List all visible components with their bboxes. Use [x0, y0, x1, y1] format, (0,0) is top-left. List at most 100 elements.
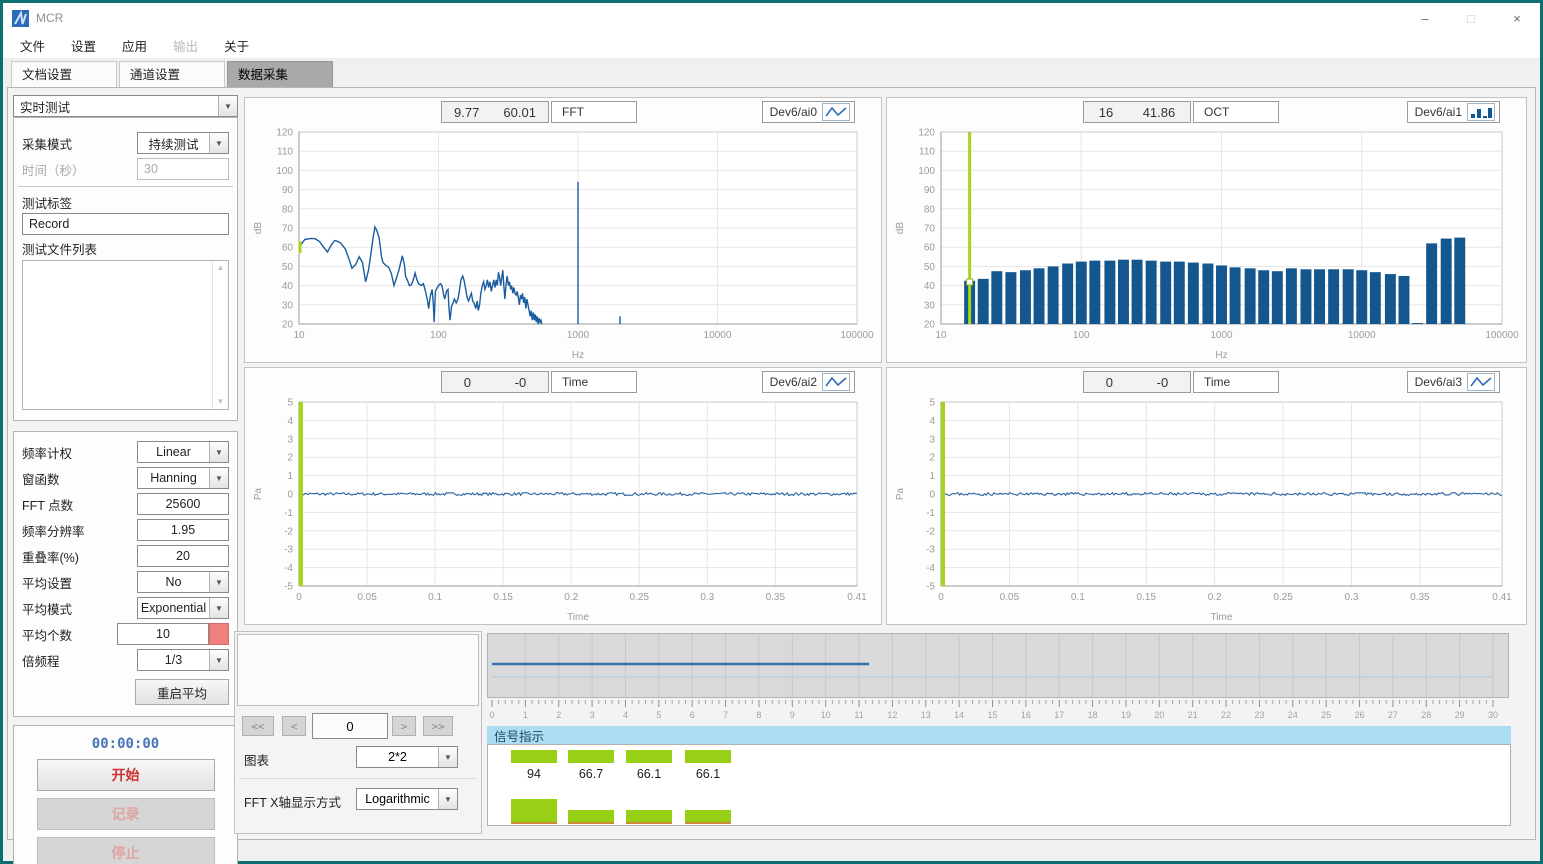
chart-type-input[interactable]: Time: [1193, 371, 1279, 393]
test-file-list[interactable]: ▲ ▼: [22, 260, 229, 410]
scroll-down-icon[interactable]: ▼: [213, 395, 228, 409]
channel-selector[interactable]: Dev6/ai1: [1407, 101, 1500, 123]
chevron-down-icon[interactable]: ▼: [218, 96, 237, 116]
svg-text:Time: Time: [1211, 612, 1233, 623]
chart-cell-oct: 1641.86OCTDev6/ai12030405060708090100110…: [886, 97, 1527, 363]
param-row-4: 重叠率(%)20: [22, 545, 229, 567]
line-chart-icon: [1467, 373, 1495, 391]
close-button[interactable]: ×: [1494, 3, 1540, 33]
nav-index-input[interactable]: 0: [312, 713, 388, 739]
chart-header: 0-0TimeDev6/ai3: [887, 368, 1526, 396]
svg-text:Pa: Pa: [895, 487, 906, 500]
tab-2[interactable]: 数据采集: [227, 61, 333, 87]
maximize-button[interactable]: □: [1448, 3, 1494, 33]
fft-xaxis-label: FFT X轴显示方式: [244, 792, 341, 811]
chevron-down-icon[interactable]: ▼: [209, 133, 228, 153]
menu-item-4[interactable]: 关于: [211, 36, 262, 55]
channel-selector[interactable]: Dev6/ai2: [762, 371, 855, 393]
param-input[interactable]: 20: [137, 545, 229, 567]
param-row-8: 倍频程1/3▼: [22, 649, 229, 671]
plot-OCT[interactable]: 2030405060708090100110120101001000100001…: [887, 126, 1528, 364]
chevron-down-icon[interactable]: ▼: [438, 789, 457, 809]
plot-FFT[interactable]: 2030405060708090100110120101001000100001…: [245, 126, 883, 364]
nav-first-button[interactable]: <<: [242, 716, 274, 736]
param-input[interactable]: 25600: [137, 493, 229, 515]
nav-last-button[interactable]: >>: [423, 716, 453, 736]
param-select[interactable]: Exponential▼: [137, 597, 229, 619]
test-tag-label: 测试标签: [22, 193, 229, 212]
svg-text:110: 110: [919, 147, 935, 158]
svg-text:0: 0: [489, 710, 494, 720]
svg-text:100: 100: [276, 166, 293, 177]
acq-mode-select[interactable]: 持续测试 ▼: [137, 132, 229, 154]
chevron-down-icon[interactable]: ▼: [209, 468, 228, 488]
chart-type-input[interactable]: Time: [551, 371, 637, 393]
tab-1[interactable]: 通道设置: [119, 61, 225, 87]
signal-indicator-header: 信号指示: [487, 726, 1511, 744]
scroll-up-icon[interactable]: ▲: [213, 261, 228, 275]
plot-Time-ai2[interactable]: -5-4-3-2-101234500.050.10.150.20.250.30.…: [245, 396, 883, 626]
chart-layout-select[interactable]: 2*2 ▼: [356, 746, 458, 768]
channel-selector[interactable]: Dev6/ai3: [1407, 371, 1500, 393]
test-tag-input[interactable]: Record: [22, 213, 229, 235]
chevron-down-icon[interactable]: ▼: [209, 650, 228, 670]
param-select[interactable]: Hanning▼: [137, 467, 229, 489]
param-input[interactable]: 10: [117, 623, 209, 645]
svg-text:0.15: 0.15: [493, 592, 513, 603]
scrollbar[interactable]: ▲ ▼: [212, 261, 228, 409]
nav-next-button[interactable]: >: [392, 716, 416, 736]
minimize-button[interactable]: –: [1402, 3, 1448, 33]
svg-text:20: 20: [282, 320, 294, 331]
svg-text:10: 10: [293, 330, 305, 341]
svg-text:15: 15: [987, 710, 997, 720]
svg-text:8: 8: [756, 710, 761, 720]
record-button[interactable]: 记录: [37, 798, 215, 830]
chevron-down-icon[interactable]: ▼: [209, 598, 228, 618]
signal-meter-base-0: [511, 822, 557, 824]
chevron-down-icon[interactable]: ▼: [209, 572, 228, 592]
chart-type-input[interactable]: OCT: [1193, 101, 1279, 123]
svg-text:0.1: 0.1: [1071, 592, 1085, 603]
param-select[interactable]: Linear▼: [137, 441, 229, 463]
param-select[interactable]: 1/3▼: [137, 649, 229, 671]
chart-cell-time-ai2: 0-0TimeDev6/ai2-5-4-3-2-101234500.050.10…: [244, 367, 882, 625]
param-input[interactable]: 1.95: [137, 519, 229, 541]
acquisition-group: 采集模式 持续测试 ▼ 时间（秒） 30 测试标签: [13, 117, 238, 421]
test-mode-select[interactable]: 实时测试 ▼: [13, 95, 238, 117]
plot-Time-ai3[interactable]: -5-4-3-2-101234500.050.10.150.20.250.30.…: [887, 396, 1528, 626]
app-window: MCR – □ × 文件设置应用输出关于 文档设置通道设置数据采集 实时测试 ▼…: [0, 0, 1543, 864]
svg-text:1: 1: [287, 471, 293, 482]
chevron-down-icon[interactable]: ▼: [209, 442, 228, 462]
tab-0[interactable]: 文档设置: [11, 61, 117, 87]
svg-text:3: 3: [929, 434, 935, 445]
svg-text:-2: -2: [926, 526, 935, 537]
channel-selector[interactable]: Dev6/ai0: [762, 101, 855, 123]
fft-xaxis-select[interactable]: Logarithmic ▼: [356, 788, 458, 810]
svg-text:12: 12: [887, 710, 897, 720]
signal-meter-base-3: [685, 822, 731, 824]
menu-item-2[interactable]: 应用: [109, 36, 160, 55]
svg-text:50: 50: [924, 262, 936, 273]
svg-text:0.15: 0.15: [1137, 592, 1157, 603]
divider: [18, 186, 233, 187]
chart-type-input[interactable]: FFT: [551, 101, 637, 123]
svg-text:10000: 10000: [704, 330, 732, 341]
stop-button[interactable]: 停止: [37, 837, 215, 864]
nav-prev-button[interactable]: <: [282, 716, 306, 736]
title-bar: MCR – □ ×: [3, 3, 1540, 33]
sidebar: 实时测试 ▼ 采集模式 持续测试 ▼ 时间（秒） 30: [13, 95, 238, 833]
param-value: No: [138, 575, 209, 589]
svg-text:70: 70: [924, 224, 936, 235]
chevron-down-icon[interactable]: ▼: [438, 747, 457, 767]
svg-text:0.05: 0.05: [1000, 592, 1020, 603]
restart-average-button[interactable]: 重启平均: [135, 679, 229, 705]
menu-item-0[interactable]: 文件: [7, 36, 58, 55]
record-timeline[interactable]: 0123456789101112131415161718192021222324…: [487, 633, 1511, 723]
time-input[interactable]: 30: [137, 158, 229, 180]
start-button[interactable]: 开始: [37, 759, 215, 791]
menu-item-1[interactable]: 设置: [58, 36, 109, 55]
svg-text:0.05: 0.05: [357, 592, 377, 603]
svg-text:90: 90: [282, 185, 294, 196]
param-select[interactable]: No▼: [137, 571, 229, 593]
svg-text:0.35: 0.35: [1410, 592, 1430, 603]
